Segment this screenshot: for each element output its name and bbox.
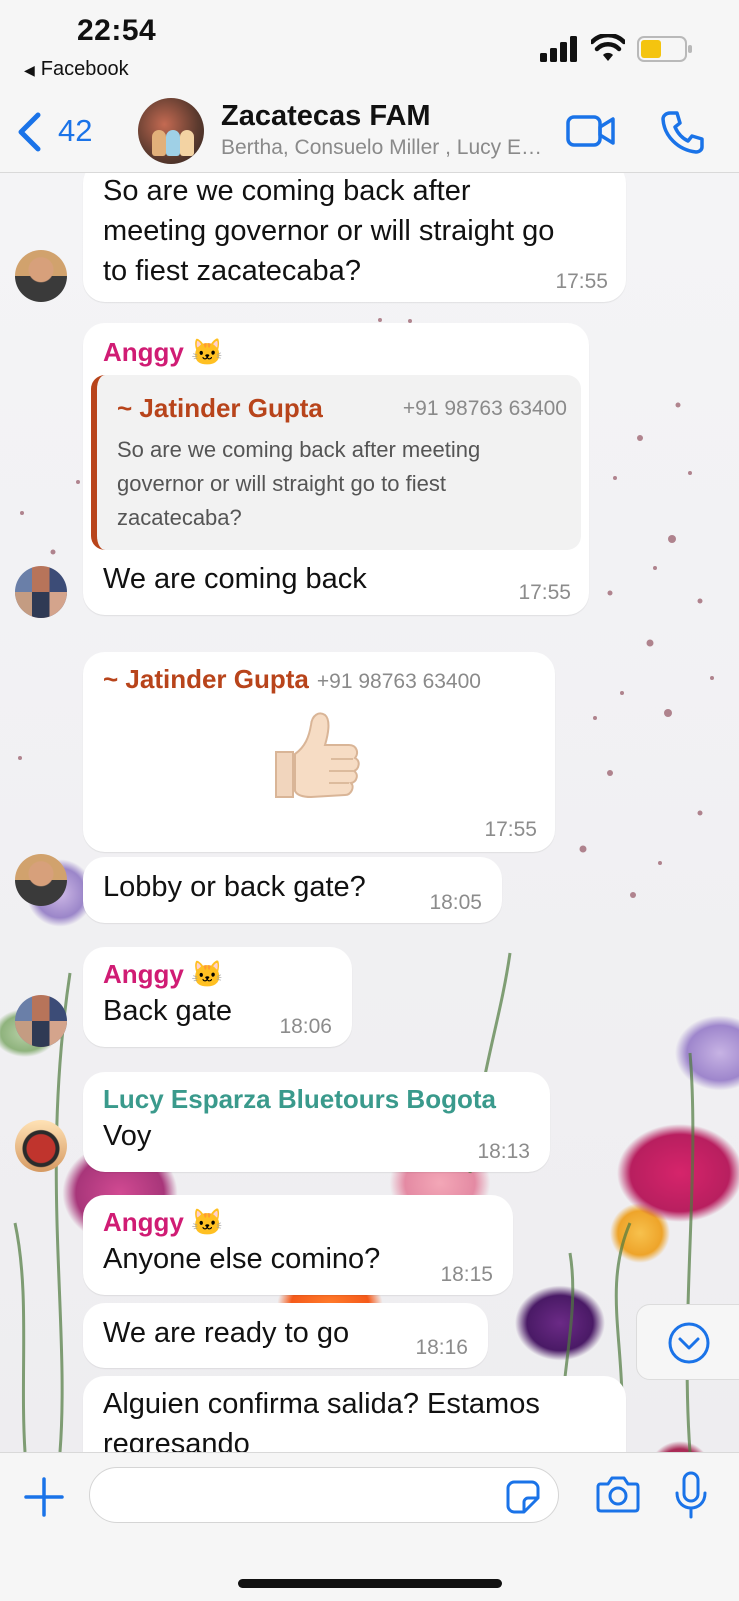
- message-time: 18:15: [440, 1263, 493, 1286]
- message-input[interactable]: [89, 1467, 559, 1523]
- microphone-icon[interactable]: [674, 1471, 708, 1519]
- status-bar: 22:54 ◀ Facebook: [0, 0, 739, 96]
- sender-name: Anggy 🐱: [103, 1207, 224, 1237]
- message-text: So are we coming back after meeting gove…: [103, 175, 555, 287]
- sender-name: Lucy Esparza Bluetours Bogota: [103, 1084, 496, 1114]
- message-time: 18:13: [477, 1140, 530, 1163]
- quoted-text: So are we coming back after meeting gove…: [117, 437, 481, 530]
- message-time: 17:55: [555, 270, 608, 293]
- sender-name-text: ~ Jatinder Gupta: [103, 664, 309, 694]
- plus-icon[interactable]: [24, 1477, 64, 1517]
- sender-avatar[interactable]: [15, 250, 67, 302]
- back-chevron-icon[interactable]: [16, 112, 42, 152]
- sender-avatar[interactable]: [15, 995, 67, 1047]
- status-time: 22:54: [77, 14, 157, 47]
- chat-header: 42 Zacatecas FAM Bertha, Consuelo Miller…: [0, 96, 739, 173]
- sticker-icon[interactable]: [506, 1480, 540, 1514]
- message-text: We are coming back: [103, 563, 367, 595]
- message-text: Lobby or back gate?: [103, 871, 366, 903]
- message-bubble[interactable]: Anggy 🐱 Anyone else comino? 18:15: [83, 1195, 513, 1295]
- video-call-icon[interactable]: [566, 114, 616, 148]
- sender-name: Anggy 🐱: [103, 337, 224, 367]
- sender-name: ~ Jatinder Gupta +91 98763 63400: [103, 664, 481, 695]
- camera-icon[interactable]: [596, 1475, 640, 1513]
- unread-count[interactable]: 42: [58, 113, 92, 149]
- message-bubble[interactable]: Lucy Esparza Bluetours Bogota Voy 18:13: [83, 1072, 550, 1172]
- quoted-sender-phone: +91 98763 63400: [402, 397, 567, 420]
- voice-call-icon[interactable]: [660, 110, 704, 154]
- group-members[interactable]: Bertha, Consuelo Miller , Lucy Esparza B…: [221, 136, 551, 160]
- back-to-app-link[interactable]: ◀ Facebook: [24, 58, 129, 81]
- wifi-icon: [591, 34, 625, 61]
- message-text: Alguien confirma salida? Estamos regresa…: [103, 1388, 540, 1452]
- message-bubble[interactable]: ~ Jatinder Gupta +91 98763 63400 17:55: [83, 652, 555, 852]
- message-time: 17:55: [484, 818, 537, 841]
- quoted-sender-name: ~ Jatinder Gupta: [117, 393, 323, 423]
- sender-avatar[interactable]: [15, 854, 67, 906]
- group-avatar[interactable]: [138, 98, 204, 164]
- sender-phone: +91 98763 63400: [316, 670, 481, 693]
- message-text: Anyone else comino?: [103, 1243, 381, 1275]
- thumbs-up-sticker-icon[interactable]: [271, 707, 361, 802]
- quoted-message[interactable]: ~ Jatinder Gupta +91 98763 63400 So are …: [91, 375, 581, 550]
- sender-name: Anggy 🐱: [103, 959, 224, 989]
- composer-bar: [0, 1452, 739, 1601]
- message-time: 17:55: [518, 581, 571, 604]
- scroll-to-bottom-button[interactable]: [636, 1304, 739, 1380]
- message-text: Voy: [103, 1120, 152, 1152]
- message-list[interactable]: So are we coming back after meeting gove…: [0, 173, 739, 1452]
- message-text: Back gate: [103, 995, 232, 1027]
- sender-avatar[interactable]: [15, 566, 67, 618]
- message-time: 18:06: [279, 1015, 332, 1038]
- battery-icon: [637, 36, 692, 62]
- back-app-label: Facebook: [40, 58, 129, 80]
- message-bubble[interactable]: So are we coming back after meeting gove…: [83, 173, 626, 302]
- message-time: 18:16: [415, 1336, 468, 1359]
- chevron-down-circle-icon: [668, 1322, 710, 1364]
- message-text: We are ready to go: [103, 1317, 350, 1349]
- message-bubble[interactable]: Anggy 🐱 Back gate 18:06: [83, 947, 352, 1047]
- message-bubble[interactable]: Alguien confirma salida? Estamos regresa…: [83, 1376, 626, 1452]
- back-triangle-icon: ◀: [24, 62, 35, 78]
- group-title[interactable]: Zacatecas FAM: [221, 100, 431, 133]
- home-indicator[interactable]: [238, 1579, 502, 1588]
- message-bubble[interactable]: Anggy 🐱 ~ Jatinder Gupta +91 98763 63400…: [83, 323, 589, 615]
- message-bubble[interactable]: We are ready to go 18:16: [83, 1303, 488, 1368]
- message-time: 18:05: [429, 891, 482, 914]
- sender-avatar[interactable]: [15, 1120, 67, 1172]
- message-bubble[interactable]: Lobby or back gate? 18:05: [83, 857, 502, 923]
- cellular-signal-icon: [540, 36, 577, 62]
